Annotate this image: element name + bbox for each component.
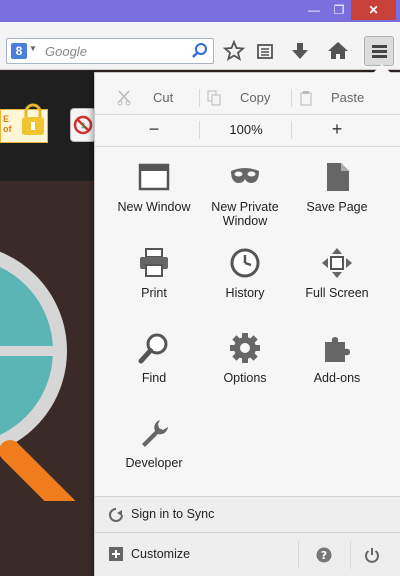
customize-bar: Customize ?	[95, 532, 400, 576]
zoom-separator	[199, 121, 200, 139]
new-private-window-button[interactable]: New Private Window	[199, 161, 291, 241]
copy-button[interactable]: Copy	[207, 85, 293, 111]
tile-label: Full Screen	[305, 286, 369, 300]
paste-label: Paste	[331, 90, 365, 105]
divider	[95, 114, 400, 115]
close-window-button[interactable]: ✕	[351, 0, 396, 20]
edit-controls: Cut Copy Paste	[95, 85, 400, 111]
panel-arrow	[373, 64, 391, 73]
app-menu-panel: Cut Copy Paste − 100% + New Window New P…	[94, 64, 400, 576]
divider	[95, 146, 400, 147]
svg-text:$: $	[80, 121, 85, 130]
footer-separator	[350, 541, 351, 569]
tile-label: Find	[141, 371, 167, 385]
sync-label: Sign in to Sync	[131, 507, 215, 521]
customize-label: Customize	[131, 547, 191, 561]
page-content-background: E of $	[0, 71, 96, 576]
tile-label: History	[225, 286, 265, 300]
home-icon[interactable]	[325, 38, 351, 64]
lock-icon	[22, 103, 44, 135]
help-icon[interactable]: ?	[316, 547, 332, 563]
engine-dropdown-icon[interactable]: ▼	[29, 44, 37, 53]
private-mask-icon	[231, 168, 259, 183]
add-ons-button[interactable]: Add-ons	[291, 332, 383, 412]
edit-separator	[199, 89, 200, 107]
tile-label: New Private Window	[211, 200, 279, 228]
blocked-icon: $	[73, 115, 93, 135]
zoom-separator	[291, 121, 292, 139]
wrench-icon	[142, 420, 168, 447]
puzzle-icon	[325, 337, 350, 362]
search-go-icon[interactable]	[191, 42, 209, 60]
full-screen-button[interactable]: Full Screen	[291, 247, 383, 327]
search-bar[interactable]: 8 ▼ Google	[6, 38, 214, 64]
save-page-icon	[327, 163, 349, 191]
customize-button[interactable]: Customize	[95, 533, 295, 576]
history-button[interactable]: History	[199, 247, 291, 327]
edit-separator	[291, 89, 292, 107]
zoom-in-button[interactable]: +	[322, 117, 352, 143]
footer-separator	[298, 541, 299, 569]
bookmarks-menu-icon[interactable]	[252, 38, 278, 64]
zoom-out-button[interactable]: −	[139, 117, 169, 143]
maximize-button[interactable]: ❐	[327, 0, 351, 20]
zoom-controls: − 100% +	[95, 117, 400, 143]
promo-tag-text: E of	[3, 114, 12, 134]
magnifier-illustration	[0, 251, 76, 501]
options-button[interactable]: Options	[199, 332, 291, 412]
scissors-icon	[117, 90, 131, 106]
tile-label: New Window	[117, 200, 191, 214]
tile-label: Print	[141, 286, 167, 300]
page-badge: $	[70, 108, 96, 142]
zoom-reset-button[interactable]: 100%	[225, 117, 267, 143]
search-placeholder[interactable]: Google	[45, 44, 87, 59]
svg-text:?: ?	[321, 549, 327, 562]
tile-label: Add-ons	[313, 371, 361, 385]
new-window-icon	[138, 163, 170, 191]
clipboard-icon	[300, 91, 312, 106]
search-engine-icon[interactable]: 8	[11, 43, 27, 59]
save-page-button[interactable]: Save Page	[291, 161, 383, 241]
copy-icon	[207, 90, 221, 106]
sync-icon	[109, 508, 123, 522]
developer-button[interactable]: Developer	[108, 417, 200, 497]
magnifier-icon	[138, 333, 168, 364]
printer-icon	[140, 248, 168, 277]
downloads-icon[interactable]	[287, 38, 313, 64]
paste-button[interactable]: Paste	[299, 85, 385, 111]
bookmark-star-icon[interactable]	[221, 38, 247, 64]
tile-label: Developer	[125, 456, 183, 470]
title-bar: — ❐ ✕	[0, 0, 400, 22]
new-window-button[interactable]: New Window	[108, 161, 200, 241]
find-button[interactable]: Find	[108, 332, 200, 412]
plus-square-icon	[109, 547, 123, 561]
print-button[interactable]: Print	[108, 247, 200, 327]
fullscreen-icon	[322, 248, 352, 278]
tile-label: Save Page	[306, 200, 368, 214]
open-menu-button[interactable]	[364, 36, 394, 66]
power-icon[interactable]	[364, 547, 380, 563]
clock-icon	[230, 248, 260, 278]
minimize-button[interactable]: —	[301, 0, 327, 20]
navigation-toolbar: 8 ▼ Google	[0, 22, 400, 70]
tile-label: Options	[223, 371, 267, 385]
gear-icon	[230, 333, 260, 363]
cut-label: Cut	[153, 90, 174, 105]
copy-label: Copy	[240, 90, 271, 105]
cut-button[interactable]: Cut	[117, 85, 197, 111]
sign-in-sync-button[interactable]: Sign in to Sync	[95, 496, 400, 532]
